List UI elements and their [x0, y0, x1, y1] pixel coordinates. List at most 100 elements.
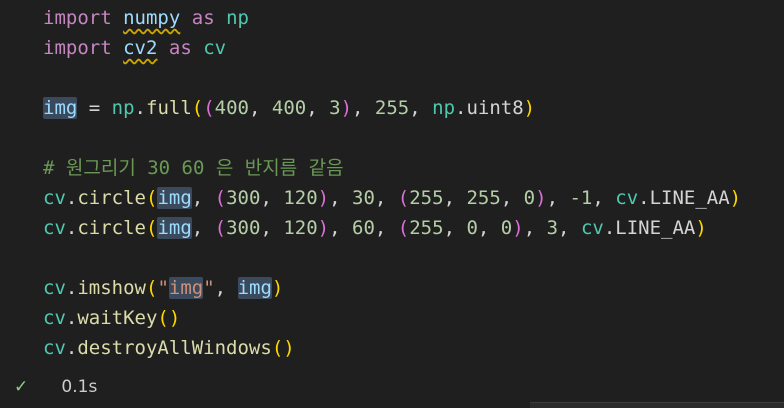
- code-token: ,: [500, 187, 524, 209]
- code-token: .: [65, 307, 78, 329]
- code-line[interactable]: import cv2 as cv: [43, 33, 226, 63]
- cell-execution-status: ✓ 0.1s: [14, 372, 97, 402]
- code-token: ): [535, 187, 547, 209]
- code-token: np: [226, 7, 249, 29]
- code-token: ,: [214, 277, 238, 299]
- code-token: ): [317, 187, 330, 209]
- code-token: (: [214, 187, 227, 209]
- code-token: ,: [260, 217, 284, 239]
- code-line[interactable]: img = np.full((400, 400, 3), 255, np.uin…: [43, 93, 535, 123]
- code-token: ): [523, 97, 536, 119]
- code-token: ,: [592, 187, 616, 209]
- code-token: circle: [77, 217, 146, 239]
- code-token: ,: [546, 187, 570, 209]
- code-token: ": [157, 277, 169, 299]
- code-token: (): [271, 337, 295, 359]
- code-token: cv: [43, 187, 66, 209]
- code-token: cv: [43, 307, 66, 329]
- code-token: .: [65, 187, 78, 209]
- code-token: as: [168, 37, 192, 59]
- code-token: ): [340, 97, 353, 119]
- code-line[interactable]: cv.destroyAllWindows(): [43, 333, 295, 363]
- code-token: 0: [466, 217, 478, 239]
- code-line[interactable]: cv.circle(img, (300, 120), 60, (255, 0, …: [43, 213, 707, 243]
- code-token: 300: [226, 187, 261, 209]
- code-token: img: [157, 217, 192, 239]
- code-token: ,: [374, 187, 398, 209]
- code-token: (: [203, 97, 215, 119]
- code-token: -1: [569, 187, 593, 209]
- code-token: imshow: [77, 277, 146, 299]
- code-token: 0: [500, 217, 513, 239]
- code-token: ": [203, 277, 215, 299]
- code-token: numpy: [123, 7, 181, 29]
- code-token: circle: [77, 187, 146, 209]
- code-token: ,: [329, 217, 352, 239]
- code-token: cv: [43, 277, 66, 299]
- code-token: ): [729, 187, 742, 209]
- code-token: (): [157, 307, 181, 329]
- code-token: full: [146, 97, 192, 119]
- code-token: ,: [260, 187, 284, 209]
- code-token: .: [65, 217, 78, 239]
- code-token: destroyAllWindows: [77, 337, 272, 359]
- code-token: img: [168, 277, 204, 299]
- code-token: LINE_AA: [649, 187, 730, 209]
- code-token: ): [271, 277, 284, 299]
- code-line[interactable]: # 원그리기 30 60 은 반지름 같음: [43, 153, 344, 183]
- code-token: 0: [523, 187, 536, 209]
- code-token: np: [111, 97, 135, 119]
- code-token: 300: [226, 217, 261, 239]
- code-token: (: [397, 187, 410, 209]
- code-line[interactable]: import numpy as np: [43, 3, 249, 33]
- code-token: as: [191, 7, 215, 29]
- code-token: .: [65, 277, 78, 299]
- code-token: .: [638, 187, 650, 209]
- code-token: (: [145, 187, 158, 209]
- code-token: cv: [43, 217, 66, 239]
- code-token: (: [214, 217, 227, 239]
- code-line[interactable]: cv.waitKey(): [43, 303, 180, 333]
- code-line[interactable]: cv.circle(img, (300, 120), 30, (255, 255…: [43, 183, 741, 213]
- code-token: # 원그리기 30 60 은 반지름 같음: [43, 157, 344, 179]
- code-token: 400: [271, 97, 307, 119]
- output-toolbar-edge: [530, 402, 784, 408]
- code-token: cv: [615, 187, 639, 209]
- code-token: ,: [306, 97, 330, 119]
- code-token: (: [145, 277, 158, 299]
- code-token: import: [43, 7, 112, 29]
- code-token: ,: [409, 97, 433, 119]
- code-token: np: [432, 97, 456, 119]
- code-token: 255: [409, 187, 444, 209]
- checkmark-icon: ✓: [14, 377, 29, 397]
- code-token: ,: [477, 217, 501, 239]
- code-token: cv: [43, 337, 66, 359]
- code-token: .: [65, 337, 78, 359]
- code-token: 30: [352, 187, 375, 209]
- notebook-code-cell[interactable]: import numpy as np import cv2 as cv img = …: [0, 0, 784, 408]
- code-token: waitKey: [77, 307, 158, 329]
- code-token: .: [134, 97, 146, 119]
- execution-time: 0.1s: [61, 377, 98, 397]
- code-token: cv2: [123, 37, 158, 59]
- code-token: 255: [466, 187, 501, 209]
- code-token: ): [512, 217, 524, 239]
- code-token: cv: [580, 217, 604, 239]
- code-token: 3: [329, 97, 341, 119]
- code-token: 3: [546, 217, 559, 239]
- code-token: (: [397, 217, 410, 239]
- code-token: 120: [283, 217, 318, 239]
- code-token: ,: [329, 187, 352, 209]
- code-token: img: [157, 187, 192, 209]
- code-token: 400: [214, 97, 249, 119]
- code-token: .: [455, 97, 467, 119]
- code-token: cv: [203, 37, 227, 59]
- code-line[interactable]: cv.imshow("img", img): [43, 273, 283, 303]
- code-token: .: [603, 217, 616, 239]
- code-token: =: [77, 97, 112, 119]
- code-token: ,: [352, 97, 375, 119]
